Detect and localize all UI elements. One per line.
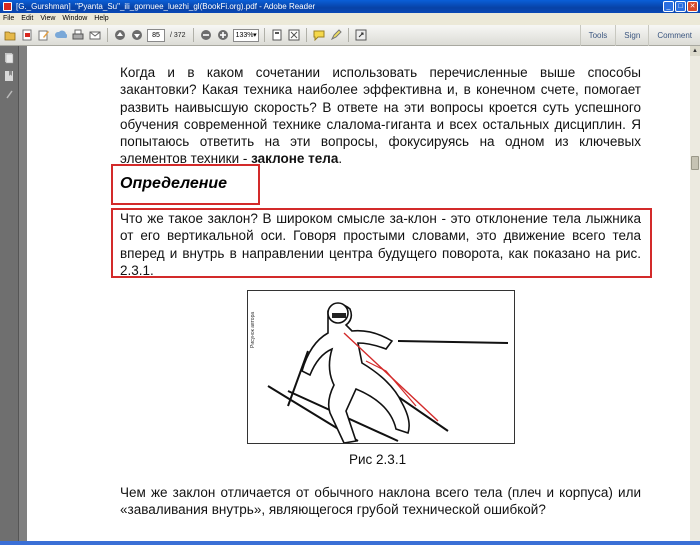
zoom-in-icon[interactable] xyxy=(216,28,230,42)
close-button[interactable]: ✕ xyxy=(687,1,698,12)
scroll-thumb[interactable] xyxy=(691,156,699,170)
toolbar: 85 / 372 133% Tools Sign Comment xyxy=(0,25,700,46)
window-controls: _ □ ✕ xyxy=(663,1,698,12)
zoom-out-icon[interactable] xyxy=(199,28,213,42)
navigation-panel xyxy=(0,46,19,545)
full-screen-icon[interactable] xyxy=(287,28,301,42)
print-icon[interactable] xyxy=(71,28,85,42)
create-pdf-icon[interactable] xyxy=(20,28,34,42)
toolbar-separator xyxy=(107,28,108,42)
toolbar-separator xyxy=(192,28,194,42)
highlight-icon[interactable] xyxy=(329,28,343,42)
menu-view[interactable]: View xyxy=(40,13,55,25)
paragraph-intro-bold: заклоне тела xyxy=(251,151,339,167)
expand-icon[interactable] xyxy=(354,28,368,42)
menu-window[interactable]: Window xyxy=(62,13,87,25)
page-total: / 372 xyxy=(170,31,186,39)
zoom-select[interactable]: 133% xyxy=(232,28,259,42)
figure-caption: Рис 2.3.1 xyxy=(349,452,407,467)
attachments-icon[interactable] xyxy=(4,88,15,100)
maximize-button[interactable]: □ xyxy=(675,1,686,12)
window-title: [G._Gurshman]_"Pyanta_Su"_ili_gornuee_lu… xyxy=(16,2,316,11)
toolbar-separator xyxy=(305,28,307,42)
taskbar-edge xyxy=(0,541,700,545)
skier-illustration xyxy=(267,302,509,444)
figure-side-label: Рисунок автора xyxy=(250,311,256,348)
fit-page-icon[interactable] xyxy=(270,28,284,42)
comment-link[interactable]: Comment xyxy=(648,25,700,46)
adobe-reader-icon xyxy=(3,2,12,11)
vertical-scrollbar[interactable]: ▲ xyxy=(690,46,700,545)
email-icon[interactable] xyxy=(88,28,102,42)
paragraph-intro-text: Когда и в каком сочетании использовать п… xyxy=(120,65,641,167)
toolbar-separator xyxy=(263,28,265,42)
title-bar: [G._Gurshman]_"Pyanta_Su"_ili_gornuee_lu… xyxy=(0,0,700,13)
minimize-button[interactable]: _ xyxy=(663,1,674,12)
paragraph-question: Чем же заклон отличается от обычного нак… xyxy=(120,485,641,518)
comment-icon[interactable] xyxy=(312,28,326,42)
menu-edit[interactable]: Edit xyxy=(21,13,33,25)
paragraph-intro-end: . xyxy=(338,151,343,167)
page-number-input[interactable]: 85 xyxy=(147,28,165,42)
open-icon[interactable] xyxy=(3,28,17,42)
edit-icon[interactable] xyxy=(37,28,51,42)
paragraph-intro: Когда и в каком сочетании использовать п… xyxy=(120,64,641,168)
task-pane-links: Tools Sign Comment xyxy=(579,25,700,46)
menu-help[interactable]: Help xyxy=(94,13,108,25)
next-page-icon[interactable] xyxy=(130,28,144,42)
menu-file[interactable]: File xyxy=(3,13,14,25)
sign-link[interactable]: Sign xyxy=(615,25,648,46)
bookmarks-icon[interactable] xyxy=(4,70,15,82)
previous-page-icon[interactable] xyxy=(113,28,127,42)
toolbar-separator xyxy=(347,28,349,42)
definition-paragraph: Что же такое заклон? В широком смысле за… xyxy=(120,211,641,278)
skier-figure xyxy=(247,290,515,444)
scroll-up-icon[interactable]: ▲ xyxy=(690,46,700,56)
page-thumbnails-icon[interactable] xyxy=(4,52,15,64)
tools-link[interactable]: Tools xyxy=(579,25,616,46)
section-heading: Определение xyxy=(120,175,228,192)
menu-bar: File Edit View Window Help xyxy=(0,13,700,25)
share-icon[interactable] xyxy=(54,28,68,42)
